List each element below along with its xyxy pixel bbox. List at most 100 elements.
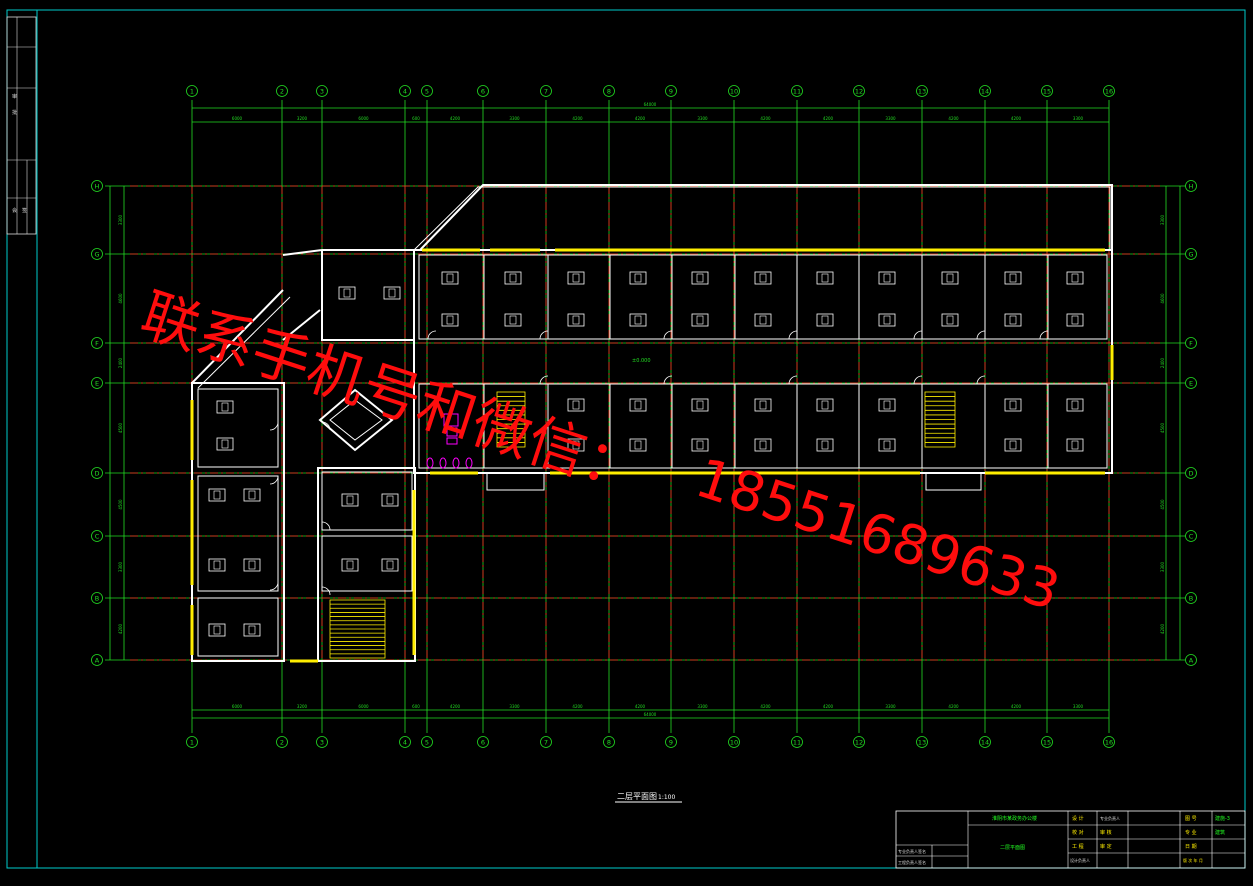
axis-label-row: F xyxy=(1189,340,1193,348)
title-block-project: 淮阴市某政务办公楼 xyxy=(992,815,1037,822)
chair xyxy=(248,560,256,570)
tb-r1-c3: 专业负责人 xyxy=(1100,815,1120,821)
chair xyxy=(1071,440,1079,450)
axis-label-col: 6 xyxy=(481,88,485,96)
chair xyxy=(248,625,256,635)
chair xyxy=(572,315,580,325)
chair xyxy=(759,440,767,450)
chair xyxy=(213,490,221,500)
axis-label-col: 12 xyxy=(855,739,863,747)
chair xyxy=(821,273,829,283)
axis-label-row: A xyxy=(1189,657,1194,665)
axis-label-col: 16 xyxy=(1105,88,1113,96)
axis-label-row: G xyxy=(1188,251,1193,259)
dimension-label: 4200 xyxy=(823,116,834,121)
axis-label-col: 1 xyxy=(190,739,194,747)
chair xyxy=(634,315,642,325)
door-swing xyxy=(788,330,798,340)
axis-label-col: 6 xyxy=(481,739,485,747)
chair xyxy=(759,400,767,410)
axis-label-col: 13 xyxy=(918,739,926,747)
dimension-label: 3300 xyxy=(697,116,708,121)
chair xyxy=(572,273,580,283)
chair xyxy=(1009,315,1017,325)
axis-label-row: B xyxy=(1189,595,1193,603)
cad-drawing-canvas: 审 批 会 签 1 1 2 2 3 3 4 4 5 5 6 6 7 7 8 8 9 9 10 10 11 11 12 12 13… xyxy=(0,0,1253,882)
chair xyxy=(343,288,351,298)
dimension-label-vertical: 3300 xyxy=(118,561,123,572)
axis-label-row: B xyxy=(95,595,99,603)
door-swing xyxy=(913,330,923,340)
axis-label-col: 12 xyxy=(855,88,863,96)
dimension-total-label: 64000 xyxy=(644,102,657,107)
side-strip-label-4: 签 xyxy=(22,207,27,214)
axis-label-row: A xyxy=(95,657,100,665)
chair xyxy=(1009,273,1017,283)
dimension-label: 4200 xyxy=(948,704,959,709)
side-strip-label-3: 会 xyxy=(12,207,17,214)
chair xyxy=(213,625,221,635)
dimension-label: 4200 xyxy=(1011,704,1022,709)
axis-label-col: 1 xyxy=(190,88,194,96)
axis-label-col: 15 xyxy=(1043,739,1051,747)
dimension-label: 3300 xyxy=(1073,704,1084,709)
dimension-label: 6000 xyxy=(232,116,243,121)
dimension-label: 3300 xyxy=(509,116,520,121)
dimension-label: 3200 xyxy=(297,116,308,121)
chair xyxy=(509,315,517,325)
title-block-drawing-name: 二层平面图 xyxy=(1000,845,1025,851)
dimension-lines: 64000 6000 3200 6000 600 4200 3300 4200 4200 3300… xyxy=(109,102,1181,719)
axis-label-col: 13 xyxy=(918,88,926,96)
chair xyxy=(759,273,767,283)
door-swing xyxy=(269,421,279,431)
door-swing xyxy=(269,475,279,485)
dimension-label: 4200 xyxy=(823,704,834,709)
chair xyxy=(1071,400,1079,410)
axis-label-col: 7 xyxy=(544,739,548,747)
tb-r4-c5: 版 次 年 月 xyxy=(1183,857,1203,863)
chair xyxy=(346,495,354,505)
dimension-label: 4200 xyxy=(572,116,583,121)
chair xyxy=(1071,315,1079,325)
axis-label-row: C xyxy=(95,533,100,541)
dimension-label: 3300 xyxy=(885,704,896,709)
chair xyxy=(821,315,829,325)
axis-label-col: 5 xyxy=(425,88,429,96)
tb-r2-c3: 审 核 xyxy=(1100,829,1112,836)
door-swing xyxy=(321,521,331,531)
staircase-east xyxy=(924,391,956,448)
plan-title: 二层平面图 xyxy=(617,792,657,801)
chair xyxy=(946,315,954,325)
dimension-label: 4200 xyxy=(450,116,461,121)
axis-label-col: 14 xyxy=(981,739,989,747)
tb-r2-c5: 专 业 xyxy=(1185,829,1197,836)
chair xyxy=(446,273,454,283)
chair xyxy=(386,495,394,505)
chair xyxy=(1009,440,1017,450)
side-strip-label-2: 批 xyxy=(12,109,17,116)
chair xyxy=(346,560,354,570)
axis-label-col: 11 xyxy=(793,88,801,96)
chair xyxy=(821,440,829,450)
chair xyxy=(946,273,954,283)
axis-label-col: 11 xyxy=(793,739,801,747)
axis-label-row: E xyxy=(95,380,99,388)
axis-label-col: 14 xyxy=(981,88,989,96)
dimension-label-vertical: 4500 xyxy=(118,499,123,510)
axis-label-col: 2 xyxy=(280,88,284,96)
axis-label-col: 2 xyxy=(280,739,284,747)
chair xyxy=(386,560,394,570)
dimension-label: 4200 xyxy=(635,704,646,709)
dimension-label: 600 xyxy=(412,704,420,709)
dimension-label-vertical: 4600 xyxy=(1160,293,1165,304)
axis-label-row: C xyxy=(1189,533,1194,541)
dimension-label-vertical: 4600 xyxy=(118,293,123,304)
axis-label-row: D xyxy=(94,470,99,478)
chair xyxy=(883,400,891,410)
axis-label-col: 10 xyxy=(730,739,738,747)
axis-label-col: 4 xyxy=(403,739,407,747)
axis-label-col: 8 xyxy=(607,739,611,747)
axis-label-row: D xyxy=(1188,470,1193,478)
tb-r4-c1: 设计负责人 xyxy=(1070,857,1090,863)
tb-r1-c6: 建施-3 xyxy=(1215,815,1230,822)
